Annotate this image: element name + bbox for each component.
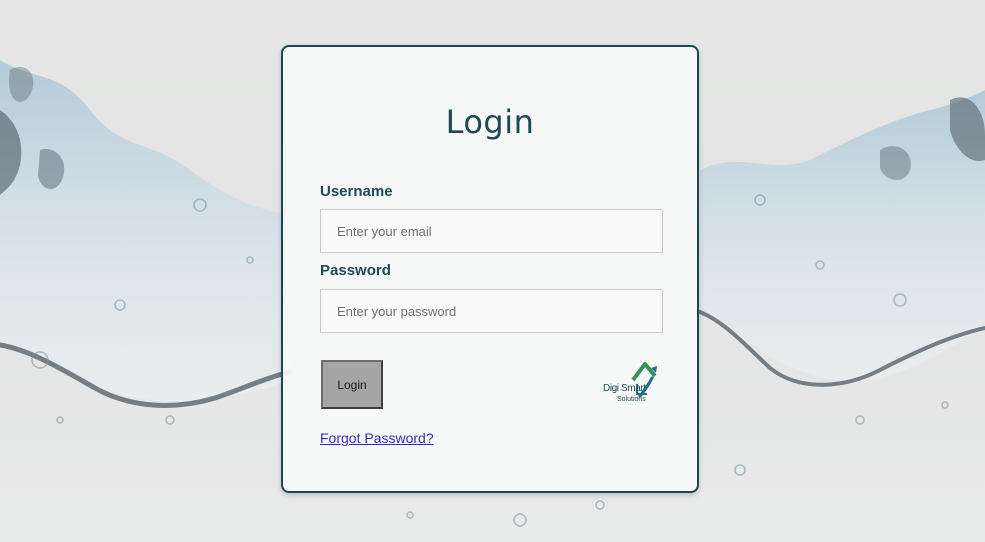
- company-logo: Digi Smart Solutions: [601, 360, 661, 416]
- login-card: Login Username Password Login Forgot Pas…: [281, 45, 699, 493]
- username-input[interactable]: [320, 209, 663, 253]
- password-input[interactable]: [320, 289, 663, 333]
- password-label: Password: [320, 262, 391, 279]
- logo-tagline-text: Solutions: [617, 396, 646, 403]
- page-title: Login: [445, 103, 535, 141]
- house-arrow-logo-icon: [631, 362, 657, 398]
- forgot-password-link[interactable]: Forgot Password?: [320, 430, 434, 446]
- username-label: Username: [320, 183, 393, 200]
- login-button[interactable]: Login: [321, 360, 383, 409]
- logo-name-text: Digi Smart: [603, 383, 646, 394]
